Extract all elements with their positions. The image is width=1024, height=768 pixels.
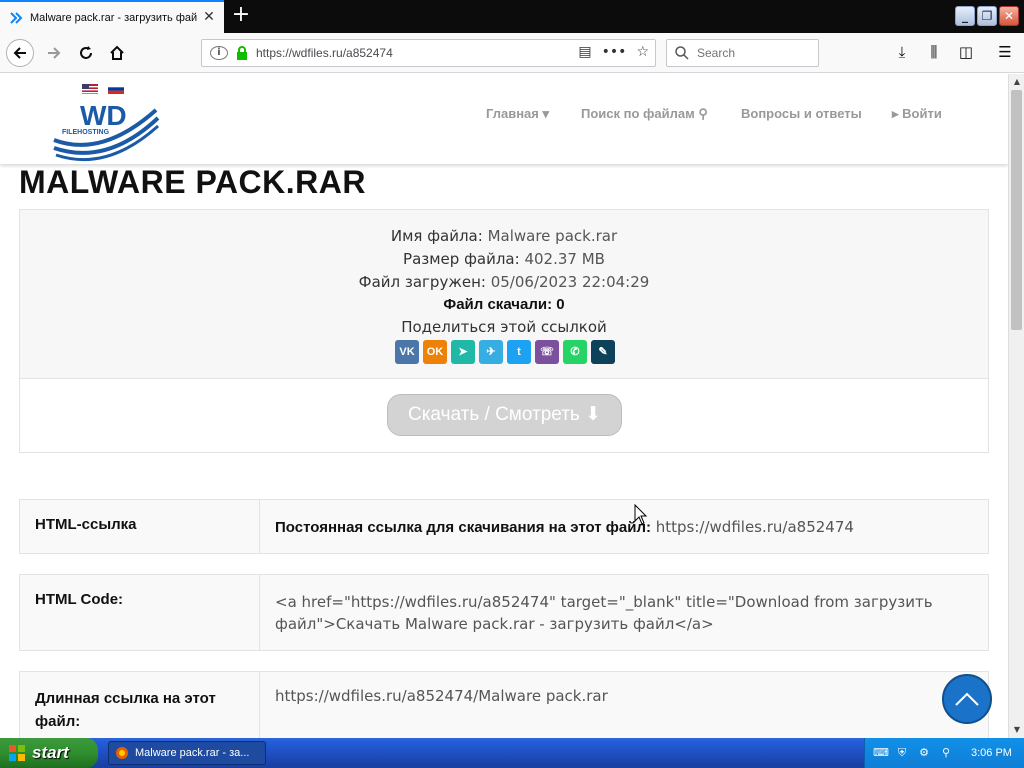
windows-taskbar: start Malware pack.rar - за... ⌨ ⛨ ⚙ ⚲ 3… <box>0 738 1024 768</box>
scroll-down-icon[interactable]: ▼ <box>1009 722 1024 738</box>
search-icon <box>675 46 689 60</box>
file-info-panel: Имя файла: Malware pack.rar Размер файла… <box>19 209 989 453</box>
system-tray: ⌨ ⛨ ⚙ ⚲ 3:06 PM <box>864 738 1024 768</box>
html-code-row: HTML Code: <a href="https://wdfiles.ru/a… <box>19 574 989 651</box>
close-tab-icon[interactable]: ✕ <box>202 10 216 24</box>
browser-app-icon <box>116 747 128 759</box>
nav-login-link[interactable]: ▸ Войти <box>892 106 942 122</box>
page-title: MALWARE PACK.RAR <box>19 164 366 200</box>
svg-text:FILEHOSTING: FILEHOSTING <box>62 129 110 136</box>
page-scrollbar[interactable]: ▲ ▼ <box>1008 74 1024 738</box>
livejournal-icon[interactable]: ✎ <box>591 340 615 364</box>
scrollbar-thumb[interactable] <box>1011 90 1022 330</box>
telegram-icon[interactable]: ✈ <box>479 340 503 364</box>
new-tab-button[interactable]: + <box>230 4 252 27</box>
start-button[interactable]: start <box>0 738 98 768</box>
maximize-window-button[interactable]: ❐ <box>977 6 997 26</box>
vk-icon[interactable]: VK <box>395 340 419 364</box>
file-uploaded-value: 05/06/2023 22:04:29 <box>490 273 650 291</box>
search-icon: ⚲ <box>698 106 708 121</box>
site-info-icon[interactable]: i <box>210 46 228 60</box>
reload-button[interactable] <box>72 39 100 67</box>
long-link-label: Длинная ссылка на этот файл: <box>20 672 260 738</box>
twitter-icon[interactable]: t <box>507 340 531 364</box>
site-header: WD FILEHOSTING Главная ▾ Поиск по файлам… <box>0 74 1008 164</box>
nav-search-link[interactable]: Поиск по файлам ⚲ <box>581 106 708 122</box>
chevron-up-icon <box>955 692 979 706</box>
scroll-up-icon[interactable]: ▲ <box>1009 74 1024 90</box>
send-icon[interactable]: ➤ <box>451 340 475 364</box>
search-placeholder: Search <box>697 46 736 60</box>
html-code-value[interactable]: <a href="https://wdfiles.ru/a852474" tar… <box>260 575 988 650</box>
html-link-row: HTML-ссылка Постоянная ссылка для скачив… <box>19 499 989 554</box>
browser-navbar: i https://wdfiles.ru/a852474 ▤ ••• ☆ Sea… <box>0 33 1024 73</box>
library-icon[interactable]: ⫼ <box>923 43 945 63</box>
share-icons: VK OK ➤ ✈ t ☏ ✆ ✎ <box>395 340 615 364</box>
scroll-to-top-button[interactable] <box>942 674 992 724</box>
reload-icon <box>80 46 92 59</box>
viber-icon[interactable]: ☏ <box>535 340 559 364</box>
nav-faq-link[interactable]: Вопросы и ответы <box>741 106 862 121</box>
file-name-value: Malware pack.rar <box>487 227 618 245</box>
long-link-value[interactable]: https://wdfiles.ru/a852474/Malware pack.… <box>260 672 988 738</box>
caret-down-icon: ▾ <box>542 106 550 121</box>
sidebar-icon[interactable]: ◫ <box>955 43 977 63</box>
network-icon[interactable]: ⚙ <box>917 746 931 760</box>
share-label: Поделиться этой ссылкой <box>401 318 607 336</box>
site-favicon-icon <box>8 10 24 26</box>
arrow-left-icon <box>13 47 26 59</box>
long-link-row: Длинная ссылка на этот файл: https://wdf… <box>19 671 989 738</box>
caret-right-icon: ▸ <box>892 106 899 121</box>
back-button[interactable] <box>6 39 34 67</box>
bookmark-star-icon[interactable]: ☆ <box>636 44 649 60</box>
page-viewport: WD FILEHOSTING Главная ▾ Поиск по файлам… <box>0 74 1008 738</box>
mouse-cursor-icon <box>634 504 648 525</box>
browser-titlebar: Malware pack.rar - загрузить фай ✕ + _ ❐… <box>0 0 1024 33</box>
file-name-row: Имя файла: Malware pack.rar <box>390 227 618 245</box>
file-uploaded-row: Файл загружен: 05/06/2023 22:04:29 <box>358 273 650 291</box>
address-bar[interactable]: i https://wdfiles.ru/a852474 ▤ ••• ☆ <box>201 39 656 67</box>
html-link-value[interactable]: Постоянная ссылка для скачивания на этот… <box>260 500 988 553</box>
close-window-button[interactable]: ✕ <box>999 6 1019 26</box>
download-count: Файл скачали: 0 <box>443 296 565 313</box>
file-size-value: 402.37 MB <box>524 250 605 268</box>
russian-flag-icon[interactable] <box>108 84 124 94</box>
page-actions-icon[interactable]: ••• <box>602 44 627 60</box>
minimize-window-button[interactable]: _ <box>955 6 975 26</box>
browser-tab-active[interactable]: Malware pack.rar - загрузить фай ✕ <box>0 0 224 33</box>
security-shield-icon[interactable]: ⛨ <box>895 746 909 760</box>
us-flag-icon[interactable] <box>82 84 98 94</box>
html-link-label: HTML-ссылка <box>20 500 260 553</box>
nav-home-link[interactable]: Главная ▾ <box>486 106 549 122</box>
taskbar-item-browser[interactable]: Malware pack.rar - за... <box>108 741 266 765</box>
url-text: https://wdfiles.ru/a852474 <box>256 46 393 60</box>
tab-title: Malware pack.rar - загрузить фай <box>30 11 198 24</box>
downloads-icon[interactable]: ⤓ <box>891 43 913 63</box>
arrow-right-icon <box>48 47 61 59</box>
lock-icon <box>236 46 250 60</box>
whatsapp-icon[interactable]: ✆ <box>563 340 587 364</box>
file-size-row: Размер файла: 402.37 MB <box>403 250 605 268</box>
menu-icon[interactable]: ☰ <box>994 43 1016 63</box>
reader-view-icon[interactable]: ▤ <box>578 44 591 60</box>
search-tray-icon[interactable]: ⚲ <box>939 746 953 760</box>
keyboard-icon[interactable]: ⌨ <box>873 746 889 760</box>
search-input[interactable]: Search <box>666 39 819 67</box>
html-code-label: HTML Code: <box>20 575 260 650</box>
svg-text:WD: WD <box>80 100 127 131</box>
download-button[interactable]: Скачать / Смотреть ⬇ <box>387 394 622 436</box>
forward-button[interactable] <box>40 39 68 67</box>
system-clock: 3:06 PM <box>971 747 1012 759</box>
download-icon: ⬇ <box>585 404 602 425</box>
odnoklassniki-icon[interactable]: OK <box>423 340 447 364</box>
home-button[interactable] <box>103 39 131 67</box>
windows-logo-icon <box>9 745 25 761</box>
home-icon <box>110 45 124 60</box>
